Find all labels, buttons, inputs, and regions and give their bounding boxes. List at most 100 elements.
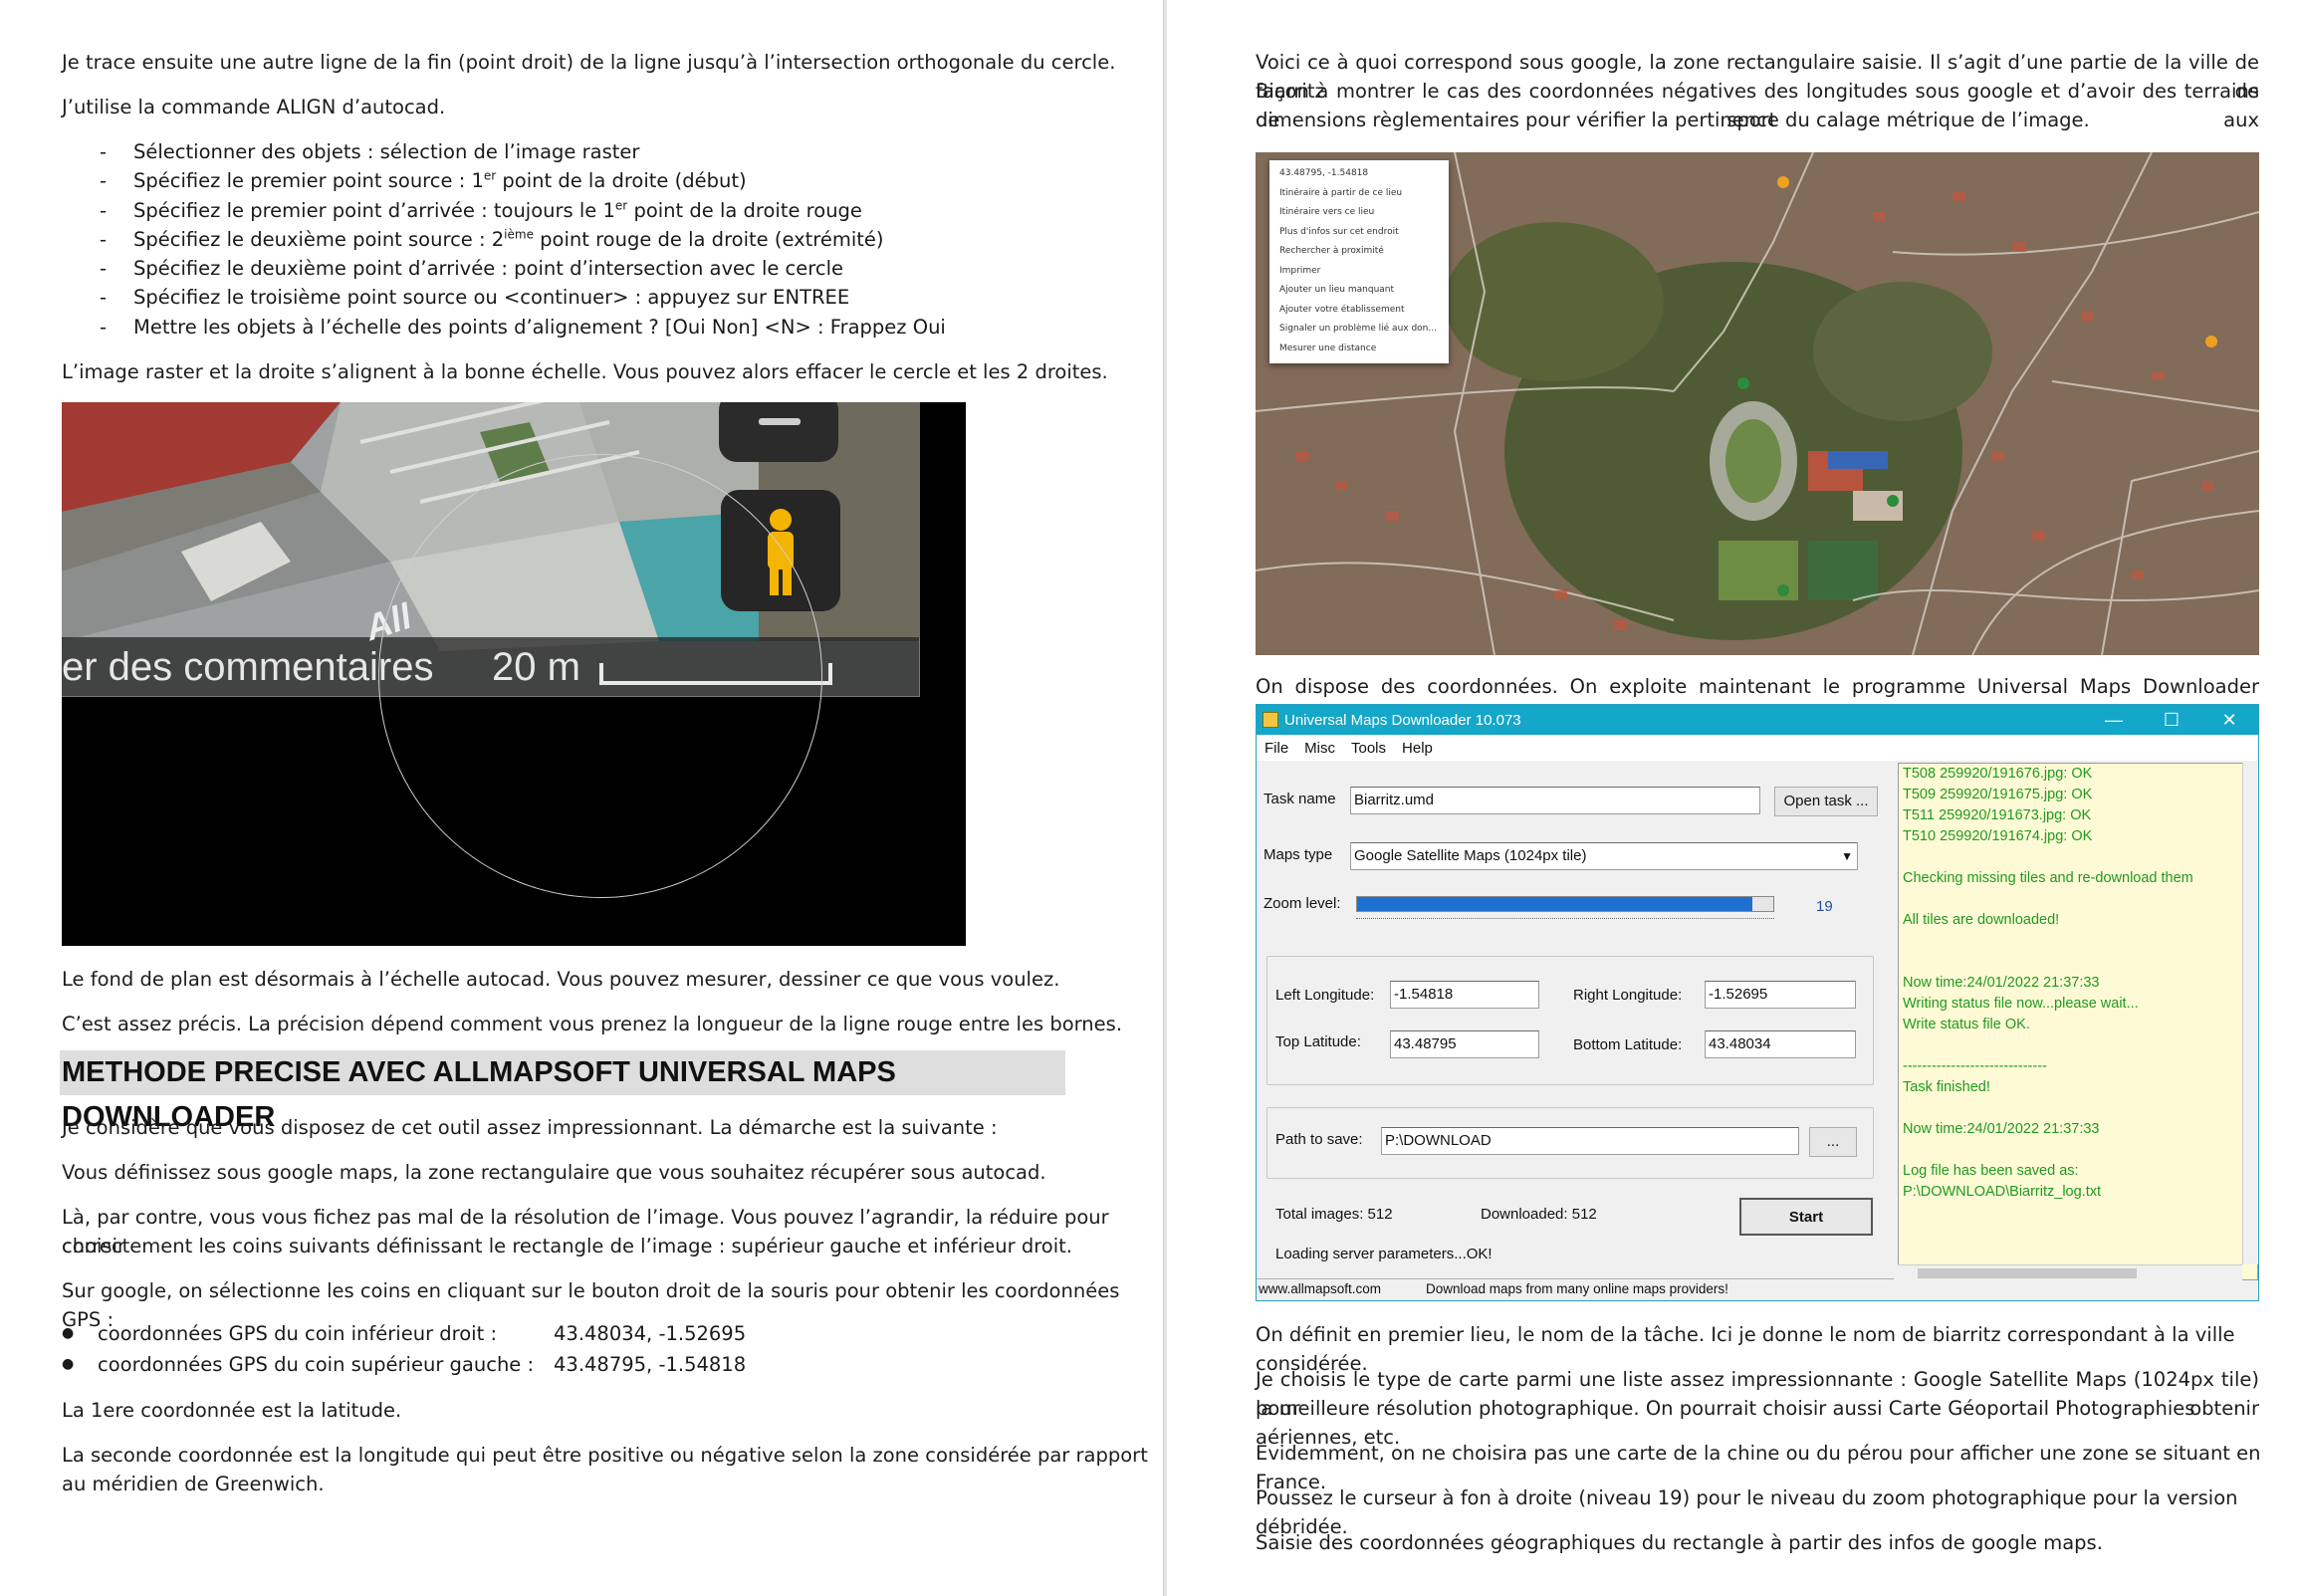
log-line: Task finished! [1903,1079,1990,1095]
paragraph: Vous définissez sous google maps, la zon… [62,1161,1046,1184]
paragraph: correctement les coins suivants définiss… [62,1235,1072,1257]
menu-tools[interactable]: Tools [1351,740,1386,757]
status-message: Download maps from many online maps prov… [1426,1281,1728,1296]
left-longitude-input[interactable]: -1.54818 [1390,981,1539,1009]
context-menu-item[interactable]: Itinéraire à partir de ce lieu [1269,184,1449,204]
menu-help[interactable]: Help [1402,740,1433,757]
coordinates-group [1266,956,1874,1085]
context-menu-item[interactable]: Mesurer une distance [1269,340,1449,359]
paragraph: dimensions règlementaires pour vérifier … [1256,109,2090,131]
bottom-latitude-label: Bottom Latitude: [1573,1036,1683,1053]
window-title: Universal Maps Downloader 10.073 [1284,711,1521,729]
context-menu-item[interactable]: Imprimer [1269,262,1449,282]
context-menu-item[interactable]: Signaler un problème lié aux don... [1269,320,1449,340]
umd-window: Universal Maps Downloader 10.073 — ☐ ✕ F… [1256,704,2259,1301]
scrollbar-thumb[interactable] [1918,1268,2137,1278]
left-longitude-label: Left Longitude: [1275,987,1375,1004]
app-icon [1263,712,1278,728]
maximize-button[interactable]: ☐ [2143,710,2200,731]
top-latitude-label: Top Latitude: [1275,1033,1361,1050]
bottom-latitude-input[interactable]: 43.48034 [1705,1030,1856,1058]
close-button[interactable]: ✕ [2200,710,2258,731]
list-item: - Spécifiez le troisième point source ou … [100,286,850,310]
list-item: ● coordonnées GPS du coin inférieur droit… [62,1322,747,1345]
log-line: Writing status file now...please wait... [1903,996,2139,1012]
top-latitude-input[interactable]: 43.48795 [1390,1030,1539,1058]
browse-button[interactable]: ... [1809,1127,1857,1157]
task-name-input[interactable]: Biarritz.umd [1350,787,1760,814]
total-images-text: Total images: 512 [1275,1206,1393,1223]
paragraph: C’est assez précis. La précision dépend … [62,1013,1123,1035]
loading-status-text: Loading server parameters...OK! [1275,1246,1493,1262]
minimize-button[interactable]: — [2085,710,2143,731]
menu-misc[interactable]: Misc [1304,740,1335,757]
paragraph: au méridien de Greenwich. [62,1473,325,1495]
downloaded-count-text: Downloaded: 512 [1481,1206,1597,1223]
paragraph: Je considère que vous disposez de cet ou… [62,1116,998,1139]
status-bar: www.allmapsoft.com Download maps from ma… [1257,1278,1894,1300]
zoom-slider[interactable] [1356,896,1774,912]
chevron-down-icon: ▼ [1841,849,1853,863]
path-to-save-input[interactable]: P:\DOWNLOAD [1381,1127,1799,1155]
list-item: - Sélectionner des objets : sélection de … [100,140,640,163]
raster-alignment-figure: er des commentaires All 20 m [62,402,966,946]
list-item: - Mettre les objets à l’échelle des point… [100,315,946,339]
satellite-map-image: 43.48795, -1.54818 Itinéraire à partir de… [1256,152,2259,655]
right-longitude-label: Right Longitude: [1573,987,1683,1004]
section-heading: METHODE PRECISE AVEC ALLMAPSOFT UNIVERSA… [60,1050,1065,1133]
google-maps-context-menu[interactable]: 43.48795, -1.54818 Itinéraire à partir de… [1269,160,1449,363]
align-steps-list: - Sélectionner des objets : sélection de … [62,137,946,342]
list-item: - Spécifiez le premier point source : 1er… [100,168,747,193]
log-line: All tiles are downloaded! [1903,912,2060,928]
list-item: - Spécifiez le deuxième point source : 2i… [100,227,884,251]
context-menu-coordinates[interactable]: 43.48795, -1.54818 [1269,164,1449,184]
left-page: Je trace ensuite une autre ligne de la f… [0,0,1163,1596]
right-longitude-input[interactable]: -1.52695 [1705,981,1856,1009]
task-name-label: Task name [1264,791,1336,807]
menu-bar: File Misc Tools Help [1257,735,2258,761]
log-line: T511 259920/191673.jpg: OK [1903,807,2092,823]
title-bar: Universal Maps Downloader 10.073 — ☐ ✕ [1257,705,2258,735]
log-line: Checking missing tiles and re-download t… [1903,870,2193,886]
log-line: Write status file OK. [1903,1017,2030,1032]
maps-type-label: Maps type [1264,846,1333,863]
reference-circle [378,454,822,898]
status-site: www.allmapsoft.com [1259,1281,1382,1296]
paragraph: La seconde coordonnée est la longitude q… [62,1444,1148,1467]
menu-file[interactable]: File [1264,740,1288,757]
path-to-save-label: Path to save: [1275,1131,1363,1148]
log-line: T509 259920/191675.jpg: OK [1903,787,2093,802]
log-horizontal-scrollbar[interactable] [1898,1264,2242,1280]
context-menu-item[interactable]: Ajouter votre établissement [1269,301,1449,321]
paragraph: J’utilise la commande ALIGN d’autocad. [62,96,446,118]
log-line: ------------------------------ [1903,1058,2047,1074]
zoom-ticks [1356,918,1774,924]
download-log-panel[interactable]: T508 259920/191676.jpg: OK T509 259920/19… [1898,763,2258,1280]
list-item: ● coordonnées GPS du coin supérieur gauch… [62,1353,747,1376]
context-menu-item[interactable]: Itinéraire vers ce lieu [1269,203,1449,223]
log-line: P:\DOWNLOAD\Biarritz_log.txt [1903,1184,2102,1200]
gps-coords-list: ● coordonnées GPS du coin inférieur droit… [62,1318,746,1380]
log-line: Now time:24/01/2022 21:37:33 [1903,975,2100,991]
zoom-level-value: 19 [1816,898,1833,915]
context-menu-item[interactable]: Rechercher à proximité [1269,242,1449,262]
log-vertical-scrollbar[interactable] [2242,763,2258,1264]
zoom-out-control [719,402,838,462]
paragraph: Je trace ensuite une autre ligne de la f… [62,51,1116,74]
zoom-slider-fill [1357,897,1753,911]
paragraph: L’image raster et la droite s’alignent à… [62,360,1108,383]
paragraph: La 1ere coordonnée est la latitude. [62,1399,402,1422]
start-button[interactable]: Start [1739,1198,1873,1236]
context-menu-item[interactable]: Ajouter un lieu manquant [1269,281,1449,301]
log-line: T510 259920/191674.jpg: OK [1903,828,2093,844]
open-task-button[interactable]: Open task ... [1774,787,1878,816]
maps-type-select[interactable]: Google Satellite Maps (1024px tile) ▼ [1350,842,1858,870]
log-line: Log file has been saved as: [1903,1163,2079,1179]
context-menu-item[interactable]: Plus d'infos sur cet endroit [1269,223,1449,243]
